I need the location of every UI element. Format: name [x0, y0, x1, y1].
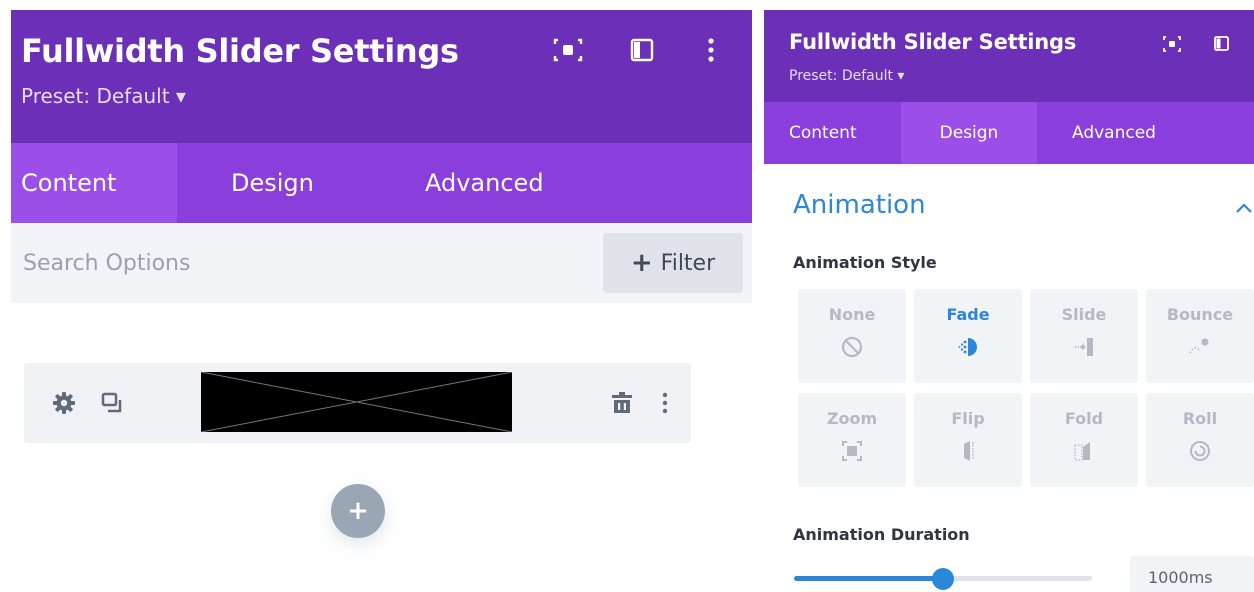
zoom-icon — [842, 441, 862, 461]
panel-header: Fullwidth Slider Settings Preset: Defaul… — [764, 10, 1254, 102]
flip-icon — [964, 441, 974, 461]
tab-advanced[interactable]: Advanced — [1072, 102, 1156, 164]
animation-duration-slider[interactable] — [794, 568, 1092, 590]
filter-label: Filter — [660, 250, 716, 276]
settings-panel-right: Fullwidth Slider Settings Preset: Defaul… — [764, 10, 1254, 592]
slider-handle[interactable] — [932, 568, 954, 590]
panel-title: Fullwidth Slider Settings — [21, 32, 459, 70]
animation-option-label: Flip — [951, 409, 985, 428]
preset-dropdown[interactable]: Preset: Default ▾ — [789, 68, 904, 84]
panel-title: Fullwidth Slider Settings — [789, 30, 1077, 54]
bounce-icon — [1189, 338, 1209, 354]
fade-icon — [958, 338, 977, 356]
slide-thumbnail — [200, 371, 513, 433]
animation-option-none[interactable]: None — [798, 289, 906, 383]
more-options-icon[interactable] — [651, 389, 679, 417]
none-icon — [841, 336, 863, 358]
tab-design[interactable]: Design — [231, 143, 314, 223]
more-options-icon[interactable] — [691, 32, 731, 68]
tab-advanced[interactable]: Advanced — [425, 143, 544, 223]
animation-option-label: Zoom — [826, 409, 878, 428]
tab-bar: Content Design Advanced — [764, 102, 1254, 164]
roll-icon — [1190, 441, 1210, 461]
add-slide-button[interactable]: + — [331, 484, 385, 538]
trash-icon[interactable] — [608, 389, 636, 417]
animation-option-bounce[interactable]: Bounce — [1146, 289, 1254, 383]
animation-option-label: Slide — [1061, 305, 1107, 324]
animation-option-roll[interactable]: Roll — [1146, 393, 1254, 487]
animation-option-fade[interactable]: Fade — [914, 289, 1022, 383]
chevron-up-icon[interactable] — [1234, 200, 1254, 216]
filter-button[interactable]: + Filter — [603, 233, 743, 293]
sidebar-toggle-icon[interactable] — [1210, 32, 1234, 56]
animation-duration-label: Animation Duration — [793, 525, 970, 544]
plus-icon: + — [630, 248, 653, 278]
fold-icon — [1074, 442, 1090, 461]
search-bar: + Filter — [11, 223, 752, 303]
search-input[interactable] — [23, 243, 583, 283]
tab-design[interactable]: Design — [901, 102, 1037, 164]
preset-dropdown[interactable]: Preset: Default ▾ — [21, 84, 186, 108]
slide-item[interactable] — [24, 363, 691, 443]
animation-option-label: Fade — [946, 305, 990, 324]
animation-option-slide[interactable]: Slide — [1030, 289, 1138, 383]
animation-duration-input[interactable]: 1000ms — [1130, 556, 1254, 592]
gear-icon[interactable] — [50, 389, 78, 417]
duplicate-icon[interactable] — [98, 389, 126, 417]
animation-option-label: Bounce — [1166, 305, 1234, 324]
animation-option-label: None — [828, 305, 876, 324]
animation-style-label: Animation Style — [793, 253, 937, 272]
section-title-animation[interactable]: Animation — [793, 190, 926, 220]
animation-option-flip[interactable]: Flip — [914, 393, 1022, 487]
animation-option-zoom[interactable]: Zoom — [798, 393, 906, 487]
sidebar-toggle-icon[interactable] — [623, 32, 663, 68]
slider-fill — [794, 576, 943, 581]
panel-header: Fullwidth Slider Settings Preset: Defaul… — [11, 10, 752, 143]
animation-option-label: Fold — [1064, 409, 1104, 428]
plus-icon: + — [347, 496, 369, 526]
slide-icon — [1075, 338, 1093, 356]
animation-option-label: Roll — [1182, 409, 1218, 428]
animation-option-fold[interactable]: Fold — [1030, 393, 1138, 487]
focus-mode-icon[interactable] — [548, 32, 588, 68]
focus-mode-icon[interactable] — [1160, 32, 1184, 56]
tab-bar: Content Design Advanced — [11, 143, 752, 223]
tab-content[interactable]: Content — [11, 143, 177, 223]
tab-content[interactable]: Content — [789, 102, 857, 164]
settings-panel-left: Fullwidth Slider Settings Preset: Defaul… — [11, 10, 752, 592]
